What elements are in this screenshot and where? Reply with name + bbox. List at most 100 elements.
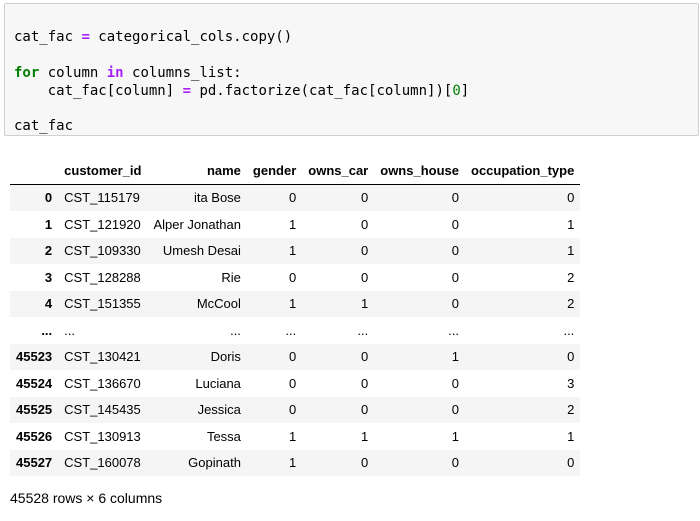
table-row: 45523 CST_130421 Doris 0 0 1 0 [10,343,581,370]
table-cell: 1 [361,428,369,444]
table-cell: 1 [567,243,575,259]
header-owns-car: owns_car [302,157,375,185]
code-text: column [39,65,107,81]
table-cell: 0 [451,455,459,471]
header-owns-house: owns_house [374,157,465,185]
table-cell: CST_136670 [64,375,141,391]
header-customer-id: customer_id [58,157,148,185]
table-cell: Rie [221,269,241,285]
table-cell: 1 [567,428,575,444]
row-index: 45523 [16,349,53,365]
code-keyword: for [14,65,40,81]
code-cell[interactable]: cat_fac = categorical_cols.copy() for co… [4,3,699,136]
table-cell: 0 [361,190,369,206]
table-cell: CST_160078 [64,455,141,471]
table-cell: 2 [567,296,575,312]
table-cell: 0 [361,243,369,259]
table-row: 45526 CST_130913 Tessa 1 1 1 1 [10,423,580,450]
code-text: columns_list: [123,65,242,81]
code-text: cat_fac [14,29,82,45]
table-cell: 0 [451,269,459,285]
table-cell: 1 [567,216,575,232]
table-cell: 0 [451,190,459,206]
table-cell: Umesh Desai [162,243,241,259]
table-cell: 1 [289,296,297,312]
table-cell: 0 [361,269,369,285]
table-cell: 0 [289,190,297,206]
code-operator: = [81,29,90,45]
dataframe-shape: 45528 rows × 6 columns [10,490,163,506]
table-cell: CST_115179 [64,190,140,206]
table-row: 2 CST_109330 Umesh Desai 1 0 0 1 [10,237,581,264]
row-index: 45526 [16,428,53,444]
table-cell: 1 [289,243,297,259]
row-index: 0 [44,190,53,206]
table-cell: CST_151355 [64,296,141,312]
table-row: 0 CST_115179 ita Bose 0 0 0 0 [10,184,581,211]
table-row: 3 CST_128288 Rie 0 0 0 2 [10,264,580,291]
table-cell: Gopinath [188,455,241,471]
table-cell: CST_130913 [64,428,141,444]
table-cell: 3 [567,375,575,391]
table-row: 1 CST_121920 Alper Jonathan 1 0 0 1 [10,211,580,238]
table-cell: 1 [289,216,297,232]
table-row: 45524 CST_136670 Luciana 0 0 0 3 [10,370,580,397]
code-keyword: in [106,65,124,81]
table-cell: ... [563,322,575,338]
table-cell: 0 [567,349,575,365]
code-operator: = [182,83,192,99]
table-row: 4 CST_151355 McCool 1 1 0 2 [10,290,581,317]
table-cell: ... [448,322,459,338]
table-cell: 1 [451,349,459,365]
code-line-2: for column in columns_list: [14,64,242,82]
table-cell: 0 [451,243,459,259]
table-cell: McCool [196,296,241,312]
table-cell: 0 [361,375,369,391]
table-cell: Jessica [197,402,241,418]
table-row: 45527 CST_160078 Gopinath 1 0 0 0 [10,449,581,476]
table-cell: 0 [289,269,297,285]
code-line-1: cat_fac = categorical_cols.copy() [14,28,292,46]
row-index: 2 [44,243,53,259]
table-cell: CST_109330 [64,243,141,259]
table-cell: 0 [289,402,297,418]
table-cell: ... [285,322,297,338]
header-name: name [147,157,247,185]
row-index: 4 [44,296,53,312]
table-cell: 0 [451,375,459,391]
row-index: ... [41,322,53,338]
table-cell: 0 [361,216,369,232]
table-cell: 0 [289,375,297,391]
code-text: ] [460,83,470,99]
table-cell: ... [357,322,369,338]
code-line-3: cat_fac[column] = pd.factorize(cat_fac[c… [14,82,469,100]
row-index: 1 [44,216,53,232]
table-cell: 0 [567,190,575,206]
code-number: 0 [452,83,461,99]
row-index: 45524 [16,375,53,391]
row-index: 45527 [16,455,53,471]
table-cell: 0 [451,216,459,232]
header-occupation-type: occupation_type [465,157,581,185]
table-cell: Tessa [206,428,241,444]
row-index: 45525 [16,402,53,418]
table-cell: 2 [567,402,575,418]
dataframe-table: customer_id name gender owns_car owns_ho… [10,157,581,476]
code-text: categorical_cols.copy() [89,29,293,45]
table-cell: 0 [361,455,369,471]
header-index [10,157,59,185]
table-header-row: customer_id name gender owns_car owns_ho… [10,157,581,185]
table-cell: 1 [451,428,459,444]
table-cell: CST_121920 [64,216,141,232]
table-cell: Alper Jonathan [153,216,241,232]
table-cell: CST_145435 [64,402,141,418]
table-cell: 0 [451,402,459,418]
table-row: 45525 CST_145435 Jessica 0 0 0 2 [10,396,581,423]
row-index: 3 [44,269,53,285]
table-cell: ... [64,322,75,338]
table-row: ..................... [10,317,580,344]
table-cell: 0 [451,296,459,312]
code-text: pd.factorize(cat_fac[column])[ [191,83,453,99]
table-body: 0 CST_115179 ita Bose 0 0 0 0 1 CST_121920 Alper … [10,184,581,476]
table-cell: 1 [361,296,369,312]
